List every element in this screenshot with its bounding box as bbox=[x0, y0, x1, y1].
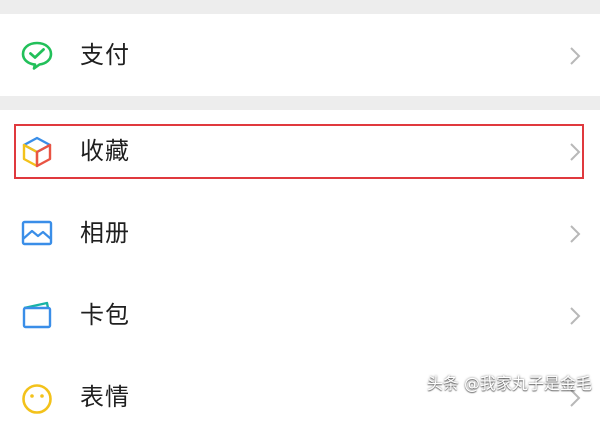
menu-item-pay-label: 支付 bbox=[80, 41, 130, 69]
chevron-right-icon bbox=[568, 45, 582, 67]
menu-item-pay[interactable]: 支付 bbox=[0, 14, 600, 96]
menu-item-card-wallet[interactable]: 卡包 bbox=[0, 274, 600, 356]
wechat-pay-icon bbox=[20, 40, 54, 70]
chevron-right-icon bbox=[568, 223, 582, 245]
menu-item-album-label: 相册 bbox=[80, 219, 130, 247]
menu-item-emoji-label: 表情 bbox=[80, 383, 130, 411]
menu-item-card-wallet-label: 卡包 bbox=[80, 301, 130, 329]
chevron-right-icon bbox=[568, 305, 582, 327]
highlight-box bbox=[14, 124, 584, 179]
menu-group-pay: 支付 bbox=[0, 14, 600, 96]
card-wallet-icon bbox=[20, 300, 54, 330]
menu-item-album[interactable]: 相册 bbox=[0, 192, 600, 274]
album-icon bbox=[20, 218, 54, 248]
watermark: 头条 @我家丸子是金毛 bbox=[426, 374, 592, 393]
emoji-icon bbox=[20, 382, 54, 414]
menu-item-emoji[interactable]: 表情 bbox=[0, 356, 600, 438]
